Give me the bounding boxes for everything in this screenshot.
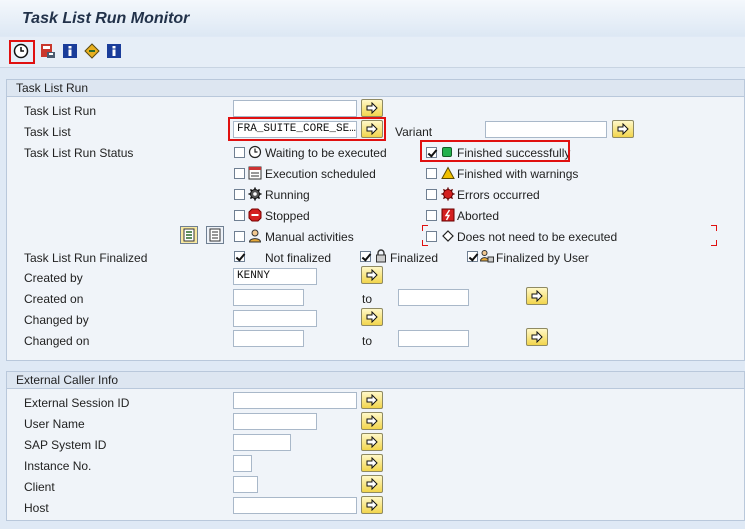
created-on-to-label: to bbox=[362, 292, 373, 306]
variant-label: Variant bbox=[395, 125, 433, 139]
finished-success-highlight bbox=[420, 140, 570, 162]
session-id-go-button[interactable] bbox=[361, 391, 383, 409]
stop-icon bbox=[248, 208, 262, 222]
person-icon bbox=[248, 229, 262, 243]
finished-warnings-label: Finished with warnings bbox=[457, 167, 579, 181]
select-all-button[interactable] bbox=[180, 226, 198, 244]
manual-checkbox[interactable] bbox=[234, 231, 245, 242]
save-variant-icon[interactable] bbox=[40, 43, 56, 59]
host-label: Host bbox=[24, 501, 49, 515]
changed-on-to-label: to bbox=[362, 334, 373, 348]
diamond-icon bbox=[441, 229, 455, 243]
aborted-label: Aborted bbox=[457, 209, 500, 223]
waiting-label: Waiting to be executed bbox=[265, 146, 387, 160]
info-icon[interactable] bbox=[62, 43, 78, 59]
user-lock-icon bbox=[479, 249, 494, 263]
page-title: Task List Run Monitor bbox=[22, 10, 190, 27]
variant-go-button[interactable] bbox=[612, 120, 634, 138]
created-on-go-button[interactable] bbox=[526, 287, 548, 305]
session-id-input[interactable] bbox=[233, 392, 357, 409]
instance-go-button[interactable] bbox=[361, 454, 383, 472]
client-input[interactable] bbox=[233, 476, 258, 493]
finalized-option-label: Finalized bbox=[390, 251, 439, 265]
created-by-go-button[interactable] bbox=[361, 266, 383, 284]
info-icon-2[interactable] bbox=[106, 43, 122, 59]
aborted-checkbox[interactable] bbox=[426, 210, 437, 221]
user-name-label: User Name bbox=[24, 417, 85, 431]
finalized-by-user-checkbox[interactable] bbox=[467, 251, 478, 262]
group-title: External Caller Info bbox=[16, 373, 119, 387]
task-list-label: Task List bbox=[24, 125, 71, 139]
not-needed-label: Does not need to be executed bbox=[457, 230, 618, 244]
host-input[interactable] bbox=[233, 497, 357, 514]
client-label: Client bbox=[24, 480, 55, 494]
changed-on-from-input[interactable] bbox=[233, 330, 304, 347]
status-label: Task List Run Status bbox=[24, 146, 134, 160]
finalized-checkbox[interactable] bbox=[360, 251, 371, 262]
errors-label: Errors occurred bbox=[457, 188, 540, 202]
waiting-checkbox[interactable] bbox=[234, 147, 245, 158]
user-name-input[interactable] bbox=[233, 413, 317, 430]
changed-on-to-input[interactable] bbox=[398, 330, 469, 347]
host-go-button[interactable] bbox=[361, 496, 383, 514]
focus-corner bbox=[711, 225, 717, 231]
finished-warnings-checkbox[interactable] bbox=[426, 168, 437, 179]
changed-on-label: Changed on bbox=[24, 334, 90, 348]
errors-checkbox[interactable] bbox=[426, 189, 437, 200]
not-needed-checkbox[interactable] bbox=[426, 231, 437, 242]
instance-input[interactable] bbox=[233, 455, 252, 472]
task-list-run-input[interactable] bbox=[233, 100, 357, 117]
user-name-go-button[interactable] bbox=[361, 412, 383, 430]
clock-icon bbox=[248, 145, 262, 159]
warning-triangle-icon bbox=[441, 166, 455, 180]
changed-on-go-button[interactable] bbox=[526, 328, 548, 346]
group-title: Task List Run bbox=[16, 81, 89, 95]
session-id-label: External Session ID bbox=[24, 396, 130, 410]
execute-highlight bbox=[9, 40, 35, 64]
not-finalized-checkbox[interactable] bbox=[234, 251, 245, 262]
task-list-highlight bbox=[228, 117, 386, 141]
running-checkbox[interactable] bbox=[234, 189, 245, 200]
instance-label: Instance No. bbox=[24, 459, 92, 473]
focus-corner bbox=[711, 240, 717, 246]
changed-by-label: Changed by bbox=[24, 313, 89, 327]
variant-input[interactable] bbox=[485, 121, 607, 138]
gear-icon bbox=[248, 187, 262, 201]
scheduled-checkbox[interactable] bbox=[234, 168, 245, 179]
task-list-run-go-button[interactable] bbox=[361, 99, 383, 117]
sap-system-input[interactable] bbox=[233, 434, 291, 451]
error-icon bbox=[441, 187, 455, 201]
sap-system-go-button[interactable] bbox=[361, 433, 383, 451]
scheduled-label: Execution scheduled bbox=[265, 167, 376, 181]
aborted-icon bbox=[441, 208, 455, 222]
changed-by-input[interactable] bbox=[233, 310, 317, 327]
created-on-label: Created on bbox=[24, 292, 84, 306]
stopped-checkbox[interactable] bbox=[234, 210, 245, 221]
running-label: Running bbox=[265, 188, 310, 202]
deselect-all-button[interactable] bbox=[206, 226, 224, 244]
application-toolbar bbox=[0, 37, 745, 68]
sap-system-label: SAP System ID bbox=[24, 438, 107, 452]
task-list-run-label: Task List Run bbox=[24, 104, 97, 118]
lock-icon bbox=[374, 249, 388, 263]
finalized-by-user-label: Finalized by User bbox=[496, 251, 589, 265]
changed-by-go-button[interactable] bbox=[361, 308, 383, 326]
created-on-to-input[interactable] bbox=[398, 289, 469, 306]
nav-icon[interactable] bbox=[84, 43, 100, 59]
not-finalized-label: Not finalized bbox=[265, 251, 332, 265]
group-header bbox=[7, 80, 744, 97]
finalized-label: Task List Run Finalized bbox=[24, 251, 148, 265]
client-go-button[interactable] bbox=[361, 475, 383, 493]
stopped-label: Stopped bbox=[265, 209, 310, 223]
created-on-from-input[interactable] bbox=[233, 289, 304, 306]
manual-label: Manual activities bbox=[265, 230, 354, 244]
created-by-input[interactable]: KENNY bbox=[233, 268, 317, 285]
schedule-icon bbox=[248, 166, 262, 180]
created-by-label: Created by bbox=[24, 271, 83, 285]
